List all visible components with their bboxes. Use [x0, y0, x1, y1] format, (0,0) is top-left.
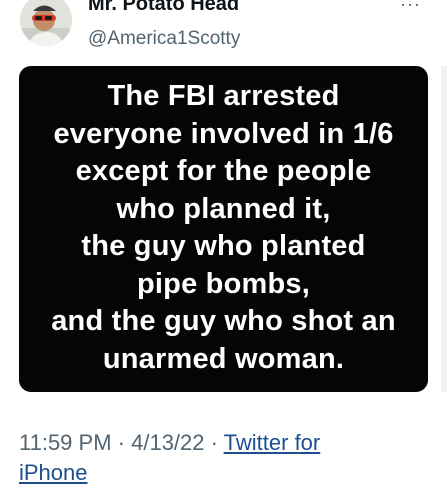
image-text-line: the guy who planted [81, 230, 366, 262]
source-link-suffix: iPhone [19, 460, 88, 485]
meta-separator: · [204, 430, 224, 455]
image-text-line: except for the people [75, 155, 372, 187]
scroll-edge [441, 66, 447, 392]
tweet: Mr. Potato Head @America1Scotty ··· The … [0, 0, 447, 500]
image-text-line: The FBI arrested [107, 80, 340, 112]
avatar[interactable] [20, 0, 72, 46]
image-text-line: who planned it, [116, 192, 331, 225]
profile-photo-icon [20, 0, 72, 46]
image-text-line: and the guy who shot an [51, 305, 396, 337]
tweet-image[interactable]: The FBI arrested everyone involved in 1/… [19, 66, 428, 392]
source-link-prefix: Twitter for [223, 430, 321, 455]
image-text-line: pipe bombs, [137, 267, 310, 300]
meta-separator: · [111, 430, 132, 455]
author-handle[interactable]: @America1Scotty [88, 27, 240, 51]
author-display-name[interactable]: Mr. Potato Head [88, 0, 239, 16]
tweet-meta: 11:59 PM · 4/13/22 · Twitter for iPhone [19, 428, 419, 488]
tweet-date[interactable]: 4/13/22 [131, 430, 204, 455]
image-text-line: everyone involved in 1/6 [53, 117, 394, 150]
tweet-time[interactable]: 11:59 PM [19, 430, 112, 455]
image-text-line: unarmed woman. [102, 342, 345, 375]
more-dots-icon[interactable]: ··· [400, 0, 421, 13]
